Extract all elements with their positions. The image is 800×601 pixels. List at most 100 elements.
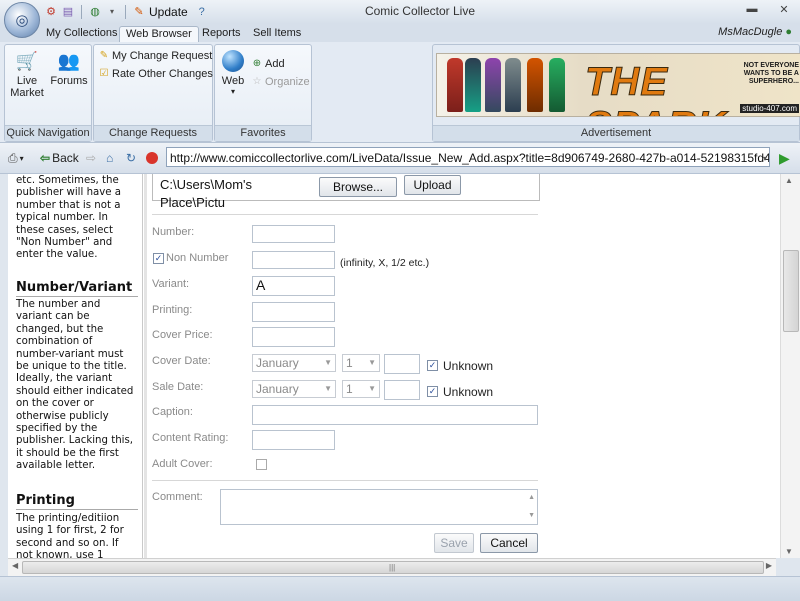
close-button[interactable]: ✕ <box>776 3 792 17</box>
advertisement-banner[interactable]: THE SPARK NOT EVERYONE WANTS TO BE A SUP… <box>436 53 800 117</box>
pane-divider[interactable] <box>144 174 147 558</box>
hero-figure <box>465 58 481 112</box>
caption-label: Caption: <box>152 406 193 418</box>
refresh-button[interactable]: ↻ <box>126 149 136 167</box>
scroll-down-icon[interactable]: ▼ <box>528 508 535 524</box>
adult-cover-label: Adult Cover: <box>152 458 213 470</box>
scroll-up-icon[interactable]: ▲ <box>528 490 535 506</box>
add-icon: ⊕ <box>252 58 262 69</box>
printing-input[interactable] <box>252 302 335 322</box>
stop-button[interactable] <box>146 149 158 167</box>
rate-other-changes-button[interactable]: ☑ Rate Other Changes <box>98 68 213 80</box>
change-requests-group: ✎ My Change Request ☑ Rate Other Changes… <box>93 44 213 142</box>
non-number-input[interactable] <box>252 251 335 269</box>
sale-day-value: 1 <box>346 382 353 396</box>
minimize-button[interactable]: ▬ <box>744 3 760 17</box>
go-button[interactable]: ▶ <box>779 149 790 167</box>
change-requests-label: Change Requests <box>94 125 212 141</box>
update-button[interactable]: ✎ Update <box>132 5 187 19</box>
address-dropdown-button[interactable]: ▾ <box>763 149 767 167</box>
comment-label: Comment: <box>152 491 203 503</box>
web-page: etc. Sometimes, the publisher will have … <box>8 174 800 558</box>
cover-date-day-select[interactable]: 1 ▼ <box>342 354 380 372</box>
chevron-down-icon: ▼ <box>368 358 376 367</box>
add-favorite-button[interactable]: ⊕ Add <box>251 58 285 70</box>
cover-date-month-select[interactable]: January ▼ <box>252 354 336 372</box>
settings-icon[interactable]: ⚙ <box>44 5 58 19</box>
dropdown-arrow-icon[interactable]: ▾ <box>105 5 119 19</box>
app-menu-orb[interactable]: ◎ <box>4 2 40 38</box>
caption-input[interactable] <box>252 405 538 425</box>
notebook-icon[interactable]: ▤ <box>61 5 75 19</box>
update-icon: ✎ <box>134 6 144 18</box>
tab-reports[interactable]: Reports <box>196 26 247 42</box>
print-button[interactable]: ⎙ ▾ <box>8 149 24 167</box>
cart-icon: 🛒 <box>15 50 39 71</box>
upload-button[interactable]: Upload <box>404 175 461 195</box>
non-number-label: Non Number <box>166 252 229 264</box>
comment-textarea[interactable]: ▲ ▼ <box>220 489 538 525</box>
browser-nav-bar: ⎙ ▾ ⇦ Back ⇨ ⌂ ↻ http://www.comiccollecto… <box>0 143 800 174</box>
quick-navigation-label: Quick Navigation <box>5 125 91 141</box>
organize-label: Organize <box>265 76 310 88</box>
cover-date-unknown-checkbox[interactable]: ✓ <box>427 360 438 371</box>
hero-figure <box>485 58 501 112</box>
address-bar[interactable]: http://www.comiccollectorlive.com/LiveDa… <box>166 147 770 167</box>
sale-date-month-select[interactable]: January ▼ <box>252 380 336 398</box>
home-button[interactable]: ⌂ <box>106 149 113 167</box>
sale-date-year-input[interactable] <box>384 380 420 400</box>
upload-section: C:\Users\Mom's Place\Pictu Browse... Upl… <box>152 174 540 210</box>
scroll-down-icon[interactable]: ▼ <box>785 547 793 556</box>
non-number-checkbox[interactable]: ✓ <box>153 253 164 264</box>
vertical-scrollbar[interactable]: ▲ ▼ <box>780 174 800 558</box>
tab-sell-items[interactable]: Sell Items <box>247 26 307 42</box>
forums-button[interactable]: 👥 Forums <box>49 49 89 88</box>
quick-navigation-group: 🛒 Live Market 👥 Forums Quick Navigation <box>4 44 92 142</box>
globe-icon[interactable]: ◍ <box>88 5 102 19</box>
toolbar-separator <box>125 5 126 19</box>
cover-day-value: 1 <box>346 356 353 370</box>
sale-month-value: January <box>256 382 299 396</box>
scrollbar-thumb[interactable] <box>783 250 799 332</box>
help-panel[interactable]: etc. Sometimes, the publisher will have … <box>8 174 143 558</box>
title-bar: ⚙ ▤ ◍ ▾ ✎ Update ? Comic Collector Live … <box>0 0 800 25</box>
sale-date-unknown-label: Unknown <box>443 385 494 399</box>
scroll-right-icon[interactable]: ▶ <box>766 561 772 570</box>
help-printing-heading: Printing <box>16 493 138 510</box>
browse-button[interactable]: Browse... <box>319 177 397 197</box>
back-label: Back <box>52 151 79 165</box>
web-favorites-button[interactable]: Web ▾ <box>219 49 247 96</box>
adult-cover-checkbox[interactable] <box>256 459 267 470</box>
back-button[interactable]: ⇦ Back <box>40 149 79 167</box>
hero-figure <box>527 58 543 112</box>
sale-date-day-select[interactable]: 1 ▼ <box>342 380 380 398</box>
variant-input[interactable]: A <box>252 276 335 296</box>
number-input[interactable] <box>252 225 335 243</box>
cancel-button[interactable]: Cancel <box>480 533 538 553</box>
content-rating-input[interactable] <box>252 430 335 450</box>
issue-form: C:\Users\Mom's Place\Pictu Browse... Upl… <box>148 174 548 558</box>
save-button[interactable]: Save <box>434 533 474 553</box>
back-arrow-icon: ⇦ <box>40 151 51 165</box>
forward-button[interactable]: ⇨ <box>86 149 96 167</box>
tab-web-browser[interactable]: Web Browser <box>119 26 199 43</box>
live-market-button[interactable]: 🛒 Live Market <box>9 49 45 100</box>
scroll-up-icon[interactable]: ▲ <box>785 176 793 185</box>
scrollbar-thumb[interactable]: ||| <box>22 561 764 574</box>
cover-date-unknown-label: Unknown <box>443 359 494 373</box>
hero-figure <box>505 58 521 112</box>
organize-favorites-button[interactable]: ☆ Organize <box>251 76 310 88</box>
help-icon[interactable]: ? <box>195 5 209 19</box>
file-path-field[interactable]: C:\Users\Mom's Place\Pictu <box>157 176 317 210</box>
status-bar <box>0 576 800 601</box>
print-icon: ⎙ <box>8 150 18 165</box>
horizontal-scrollbar[interactable]: ◀ ||| ▶ <box>8 558 776 576</box>
stop-icon <box>146 152 158 164</box>
my-change-request-button[interactable]: ✎ My Change Request <box>98 50 212 62</box>
tab-my-collections[interactable]: My Collections <box>40 26 124 42</box>
cover-price-input[interactable] <box>252 327 335 347</box>
chevron-down-icon: ▼ <box>368 384 376 393</box>
cover-date-year-input[interactable] <box>384 354 420 374</box>
sale-date-unknown-checkbox[interactable]: ✓ <box>427 386 438 397</box>
scroll-left-icon[interactable]: ◀ <box>12 561 18 570</box>
